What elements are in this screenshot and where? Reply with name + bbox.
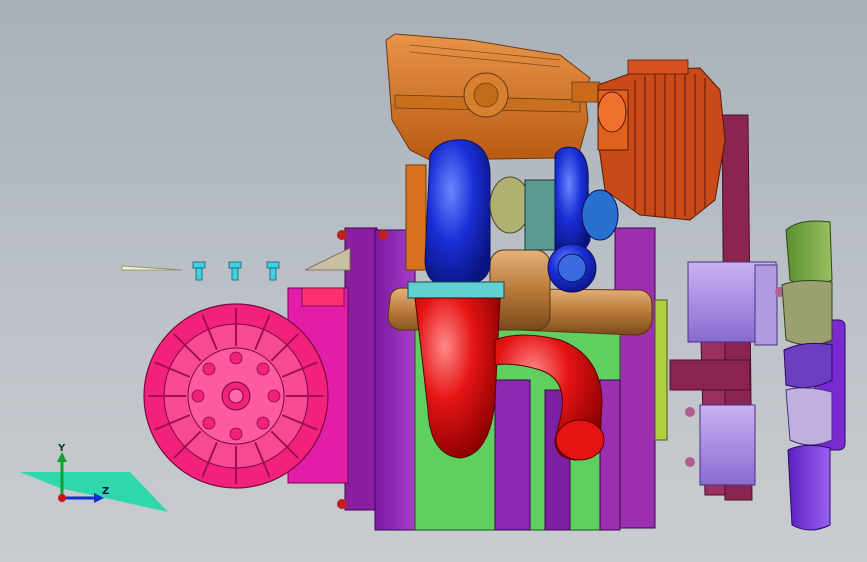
triad-plane: [20, 472, 168, 512]
intake-manifold[interactable]: [385, 33, 601, 161]
bolt-3: [266, 261, 280, 281]
bolt-group: [121, 247, 351, 281]
flywheel[interactable]: [143, 303, 329, 489]
coordinate-triad: Y Z: [20, 443, 168, 512]
bolt-2: [228, 261, 242, 281]
cooling-fan[interactable]: [781, 220, 846, 531]
cad-viewport[interactable]: Y Z: [0, 0, 867, 562]
crank-pulley[interactable]: [669, 359, 756, 486]
bolt-1: [192, 261, 206, 281]
idler-pulley[interactable]: [687, 261, 785, 346]
alternator[interactable]: [597, 59, 726, 221]
triad-y-label: Y: [57, 443, 66, 454]
triad-z-label: Z: [102, 486, 109, 497]
triad-x-axis: [58, 494, 66, 502]
